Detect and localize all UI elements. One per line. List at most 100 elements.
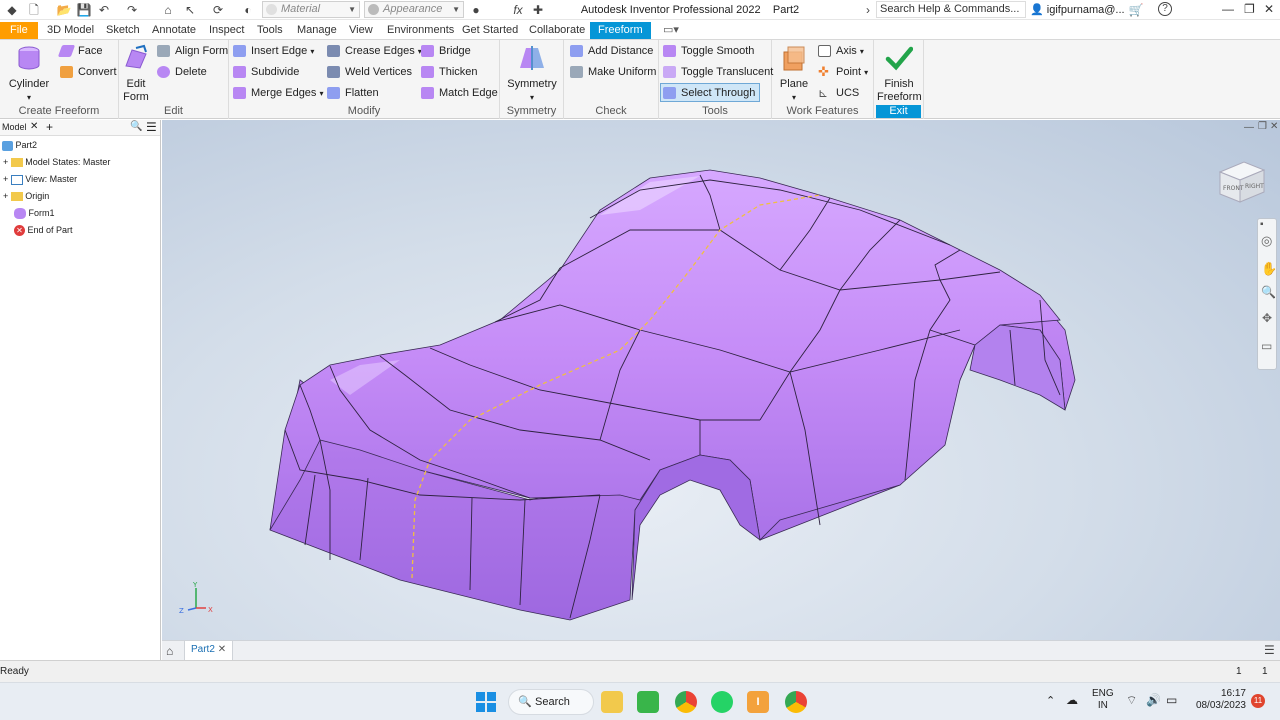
thicken-button[interactable]: Thicken	[419, 63, 478, 81]
steering-wheel-icon[interactable]: ◎	[1261, 233, 1272, 249]
ucs-button[interactable]: ⊾ UCS	[816, 84, 859, 102]
ribbon-options-icon[interactable]: ▭▾	[656, 22, 686, 39]
tab-tools[interactable]: Tools	[250, 22, 290, 39]
viewport-close-icon[interactable]: ✕	[1270, 121, 1278, 132]
toggle-translucent-button[interactable]: Toggle Translucent	[661, 63, 773, 81]
new-icon[interactable]: 🗋	[26, 2, 42, 18]
undo-icon[interactable]: ↶	[96, 2, 112, 18]
help-search-input[interactable]: Search Help & Commands...	[876, 1, 1026, 18]
chrome-icon[interactable]	[675, 691, 697, 713]
help-icon[interactable]: ?	[1158, 2, 1172, 16]
add-icon[interactable]: +	[46, 120, 53, 134]
tab-model[interactable]: Model	[2, 122, 27, 132]
pan-icon[interactable]: ✋	[1261, 261, 1277, 277]
tree-item-view[interactable]: + View: Master	[3, 171, 77, 187]
car-freeform-model[interactable]	[162, 120, 1280, 640]
bridge-button[interactable]: Bridge	[419, 42, 471, 60]
tree-item-end-of-part[interactable]: ✕ End of Part	[14, 222, 73, 238]
search-icon[interactable]: 🔍	[130, 121, 142, 132]
make-uniform-button[interactable]: Make Uniform	[568, 63, 656, 81]
material-combo[interactable]: Material ▼	[262, 1, 360, 18]
battery-icon[interactable]: ▭	[1166, 693, 1177, 707]
color-icon[interactable]: ◐	[240, 2, 256, 18]
close-icon[interactable]: ✕	[30, 121, 38, 132]
home-icon[interactable]: ⌂	[166, 644, 173, 658]
view-face-icon[interactable]: ▭	[1261, 339, 1272, 353]
tree-root[interactable]: Part2	[2, 137, 37, 153]
appearance-combo[interactable]: Appearance ▼	[364, 1, 464, 18]
restore-icon[interactable]: ❐	[1244, 2, 1255, 16]
zoom-icon[interactable]: 🔍	[1261, 285, 1276, 299]
clock[interactable]: 16:17 08/03/2023	[1190, 688, 1246, 712]
delete-button[interactable]: Delete	[155, 63, 207, 81]
edit-form-button[interactable]: Edit Form	[121, 44, 151, 104]
nav-close-icon[interactable]: ▪	[1260, 219, 1264, 230]
merge-edges-button[interactable]: Merge Edges ▾	[231, 84, 324, 102]
tab-file[interactable]: File	[0, 22, 38, 39]
flatten-button[interactable]: Flatten	[325, 84, 379, 102]
cloud-icon[interactable]: ☁	[1066, 693, 1078, 707]
tree-item-model-states[interactable]: + Model States: Master	[3, 154, 110, 170]
inventor-app-icon[interactable]: I	[747, 691, 769, 713]
tab-collaborate[interactable]: Collaborate	[522, 22, 592, 39]
home-icon[interactable]: ⌂	[160, 2, 176, 18]
tab-inspect[interactable]: Inspect	[202, 22, 251, 39]
symmetry-button[interactable]: Symmetry ▾	[504, 44, 560, 104]
expand-icon[interactable]: ›	[860, 2, 876, 18]
chevron-up-icon[interactable]: ⌃	[1046, 694, 1055, 707]
cart-icon[interactable]: 🛒	[1128, 2, 1144, 18]
menu-icon[interactable]: ☰	[1264, 643, 1275, 657]
face-button[interactable]: Face	[57, 42, 102, 60]
crease-edges-button[interactable]: Crease Edges ▾	[325, 42, 422, 60]
select-through-button[interactable]: Select Through	[660, 83, 761, 102]
align-form-button[interactable]: Align Form	[155, 42, 228, 60]
tab-annotate[interactable]: Annotate	[145, 22, 203, 39]
tree-item-form1[interactable]: Form1	[14, 205, 55, 221]
viewcube[interactable]: FRONT RIGHT	[1214, 154, 1270, 208]
tab-environments[interactable]: Environments	[380, 22, 461, 39]
convert-button[interactable]: Convert	[58, 63, 117, 81]
close-icon[interactable]: ✕	[1264, 2, 1274, 16]
menu-icon[interactable]: ☰	[146, 120, 157, 134]
subdivide-button[interactable]: Subdivide	[231, 63, 299, 81]
taskbar-search[interactable]: 🔍 Search	[508, 689, 594, 715]
clear-appearance-icon[interactable]: ●	[468, 2, 484, 18]
toggle-smooth-button[interactable]: Toggle Smooth	[661, 42, 754, 60]
redo-icon[interactable]: ↷	[124, 2, 140, 18]
tab-manage[interactable]: Manage	[290, 22, 344, 39]
orbit-icon[interactable]: ✥	[1262, 311, 1272, 325]
inventor-logo-icon[interactable]: ◆	[4, 2, 20, 18]
windows-start-icon[interactable]	[475, 691, 497, 713]
language-indicator[interactable]: ENG IN	[1092, 688, 1114, 712]
file-explorer-icon[interactable]	[601, 691, 623, 713]
wifi-icon[interactable]: ⌔	[1126, 693, 1137, 708]
user-account[interactable]: 👤 igifpurnama@...	[1030, 3, 1125, 16]
plane-button[interactable]: Plane ▾	[776, 44, 812, 104]
match-edge-button[interactable]: Match Edge	[419, 84, 498, 102]
point-button[interactable]: ✜ Point ▾	[816, 63, 868, 81]
weld-vertices-button[interactable]: Weld Vertices	[325, 63, 412, 81]
viewport-minimize-icon[interactable]: —	[1244, 122, 1254, 133]
notification-badge[interactable]: 11	[1251, 694, 1265, 708]
whatsapp-icon[interactable]	[711, 691, 733, 713]
tab-freeform[interactable]: Freeform	[590, 22, 651, 39]
tab-sketch[interactable]: Sketch	[99, 22, 147, 39]
add-distance-button[interactable]: Add Distance	[568, 42, 653, 60]
finish-freeform-button[interactable]: Finish Freeform	[874, 44, 924, 104]
volume-icon[interactable]: 🔊	[1146, 693, 1161, 707]
chrome-profile-icon[interactable]	[785, 691, 807, 713]
camtasia-icon[interactable]	[637, 691, 659, 713]
doc-tab-part2[interactable]: Part2 ✕	[184, 641, 234, 660]
axis-button[interactable]: Axis ▾	[816, 42, 864, 60]
select-icon[interactable]: ↖	[182, 2, 198, 18]
save-icon[interactable]: 💾	[76, 2, 92, 18]
tab-view[interactable]: View	[342, 22, 380, 39]
close-icon[interactable]: ✕	[218, 644, 226, 655]
cylinder-button[interactable]: Cylinder ▾	[6, 44, 52, 104]
tree-item-origin[interactable]: + Origin	[3, 188, 49, 204]
tab-get-started[interactable]: Get Started	[455, 22, 525, 39]
update-icon[interactable]: ⟳	[210, 2, 226, 18]
graphics-viewport[interactable]: FRONT RIGHT — ❐ ✕ ▪ ◎ ✋ 🔍 ✥ ▭ Y X Z	[162, 120, 1280, 640]
fx-icon[interactable]: fx	[510, 2, 526, 18]
open-icon[interactable]: 📂	[56, 2, 72, 18]
